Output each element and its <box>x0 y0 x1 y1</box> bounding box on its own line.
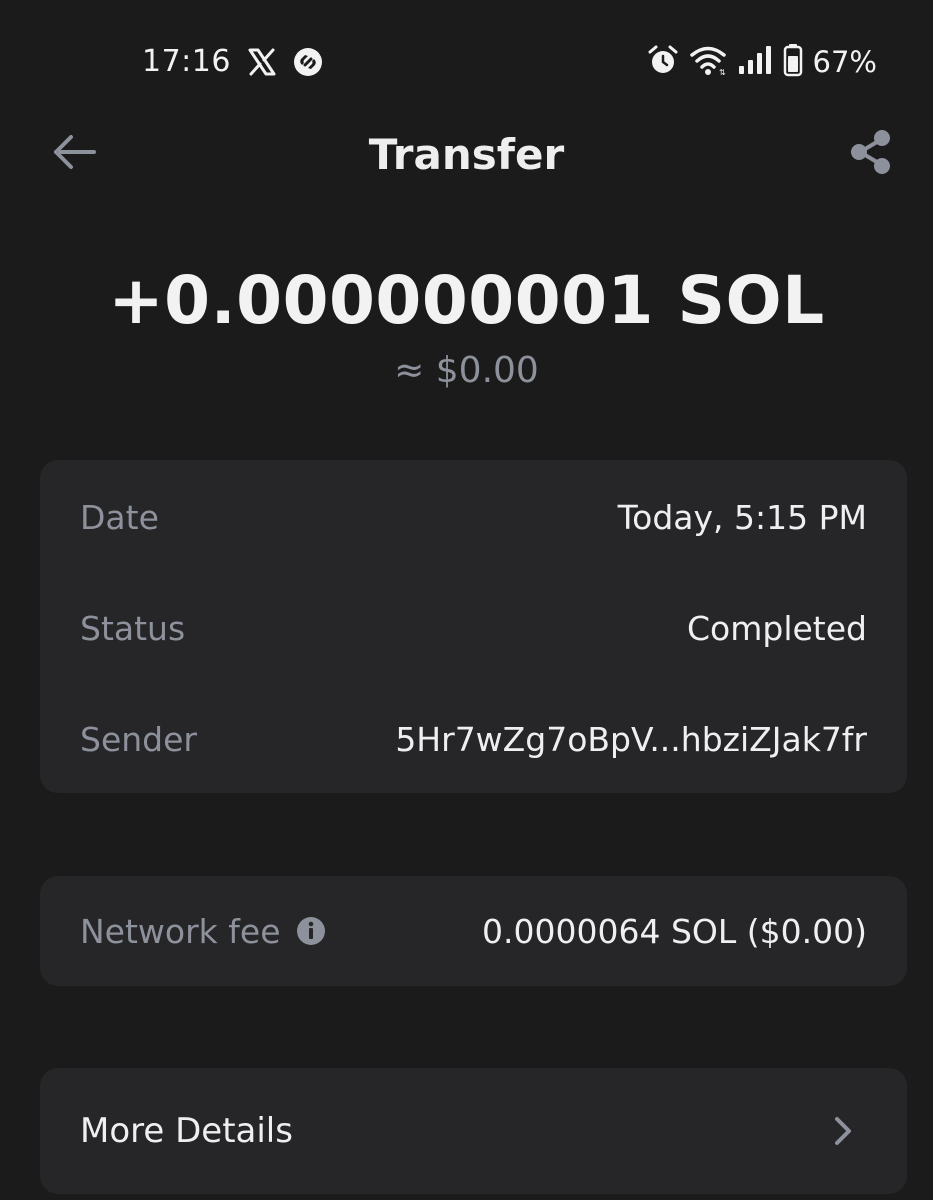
info-icon[interactable] <box>295 915 327 947</box>
network-fee-value: 0.0000064 SOL ($0.00) <box>482 911 867 951</box>
battery-icon <box>783 43 803 81</box>
more-details-button[interactable]: More Details <box>40 1068 907 1194</box>
network-fee-row: Network fee 0.0000064 SOL ($0.00) <box>80 906 867 956</box>
status-time: 17:16 <box>142 44 231 79</box>
status-value: Completed <box>687 608 867 648</box>
status-bar: 17:16 ⇅ 67% <box>0 36 933 88</box>
status-row: Status Completed <box>80 603 867 653</box>
details-card: Date Today, 5:15 PM Status Completed Sen… <box>40 460 907 793</box>
date-value: Today, 5:15 PM <box>617 497 867 537</box>
transfer-amount: +0.000000001 SOL <box>108 262 825 339</box>
more-details-row[interactable]: More Details <box>80 1106 867 1156</box>
status-label: Status <box>80 608 186 648</box>
status-icons: ⇅ 67% <box>647 42 877 82</box>
app-header: Transfer <box>0 110 933 198</box>
shazam-icon <box>292 46 324 78</box>
more-details-label: More Details <box>80 1111 293 1151</box>
network-fee-label: Network fee <box>80 911 281 951</box>
alarm-icon <box>647 44 679 80</box>
share-button[interactable] <box>845 128 897 180</box>
x-logo-icon <box>246 46 278 78</box>
page-title: Transfer <box>368 130 565 179</box>
date-label: Date <box>80 497 159 537</box>
transfer-amount-usd: ≈ $0.00 <box>394 350 539 391</box>
svg-text:⇅: ⇅ <box>719 68 726 76</box>
sender-label: Sender <box>80 719 197 759</box>
signal-icon <box>737 44 773 80</box>
sender-row[interactable]: Sender 5Hr7wZg7oBpV...hbziZJak7fr <box>80 714 867 764</box>
network-fee-card: Network fee 0.0000064 SOL ($0.00) <box>40 876 907 986</box>
chevron-right-icon <box>831 1113 855 1149</box>
date-row: Date Today, 5:15 PM <box>80 492 867 542</box>
sender-address[interactable]: 5Hr7wZg7oBpV...hbziZJak7fr <box>395 720 867 759</box>
share-icon <box>847 128 895 180</box>
network-fee-label-group: Network fee <box>80 912 327 951</box>
battery-percent: 67% <box>812 45 877 79</box>
wifi-icon: ⇅ <box>689 44 727 80</box>
